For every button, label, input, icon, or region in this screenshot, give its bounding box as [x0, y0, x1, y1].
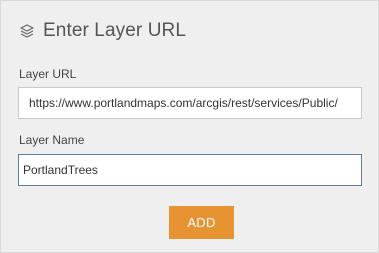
- layers-icon: [19, 23, 35, 39]
- layer-name-input[interactable]: [18, 154, 362, 186]
- enter-layer-url-panel: Enter Layer URL Layer URL Layer Name ADD: [0, 0, 379, 253]
- panel-title: Enter Layer URL: [43, 20, 187, 41]
- layer-url-input[interactable]: [18, 87, 362, 119]
- layer-name-label: Layer Name: [19, 133, 85, 147]
- panel-header: Enter Layer URL: [19, 19, 186, 43]
- add-button[interactable]: ADD: [169, 206, 234, 239]
- layer-url-label: Layer URL: [19, 67, 77, 81]
